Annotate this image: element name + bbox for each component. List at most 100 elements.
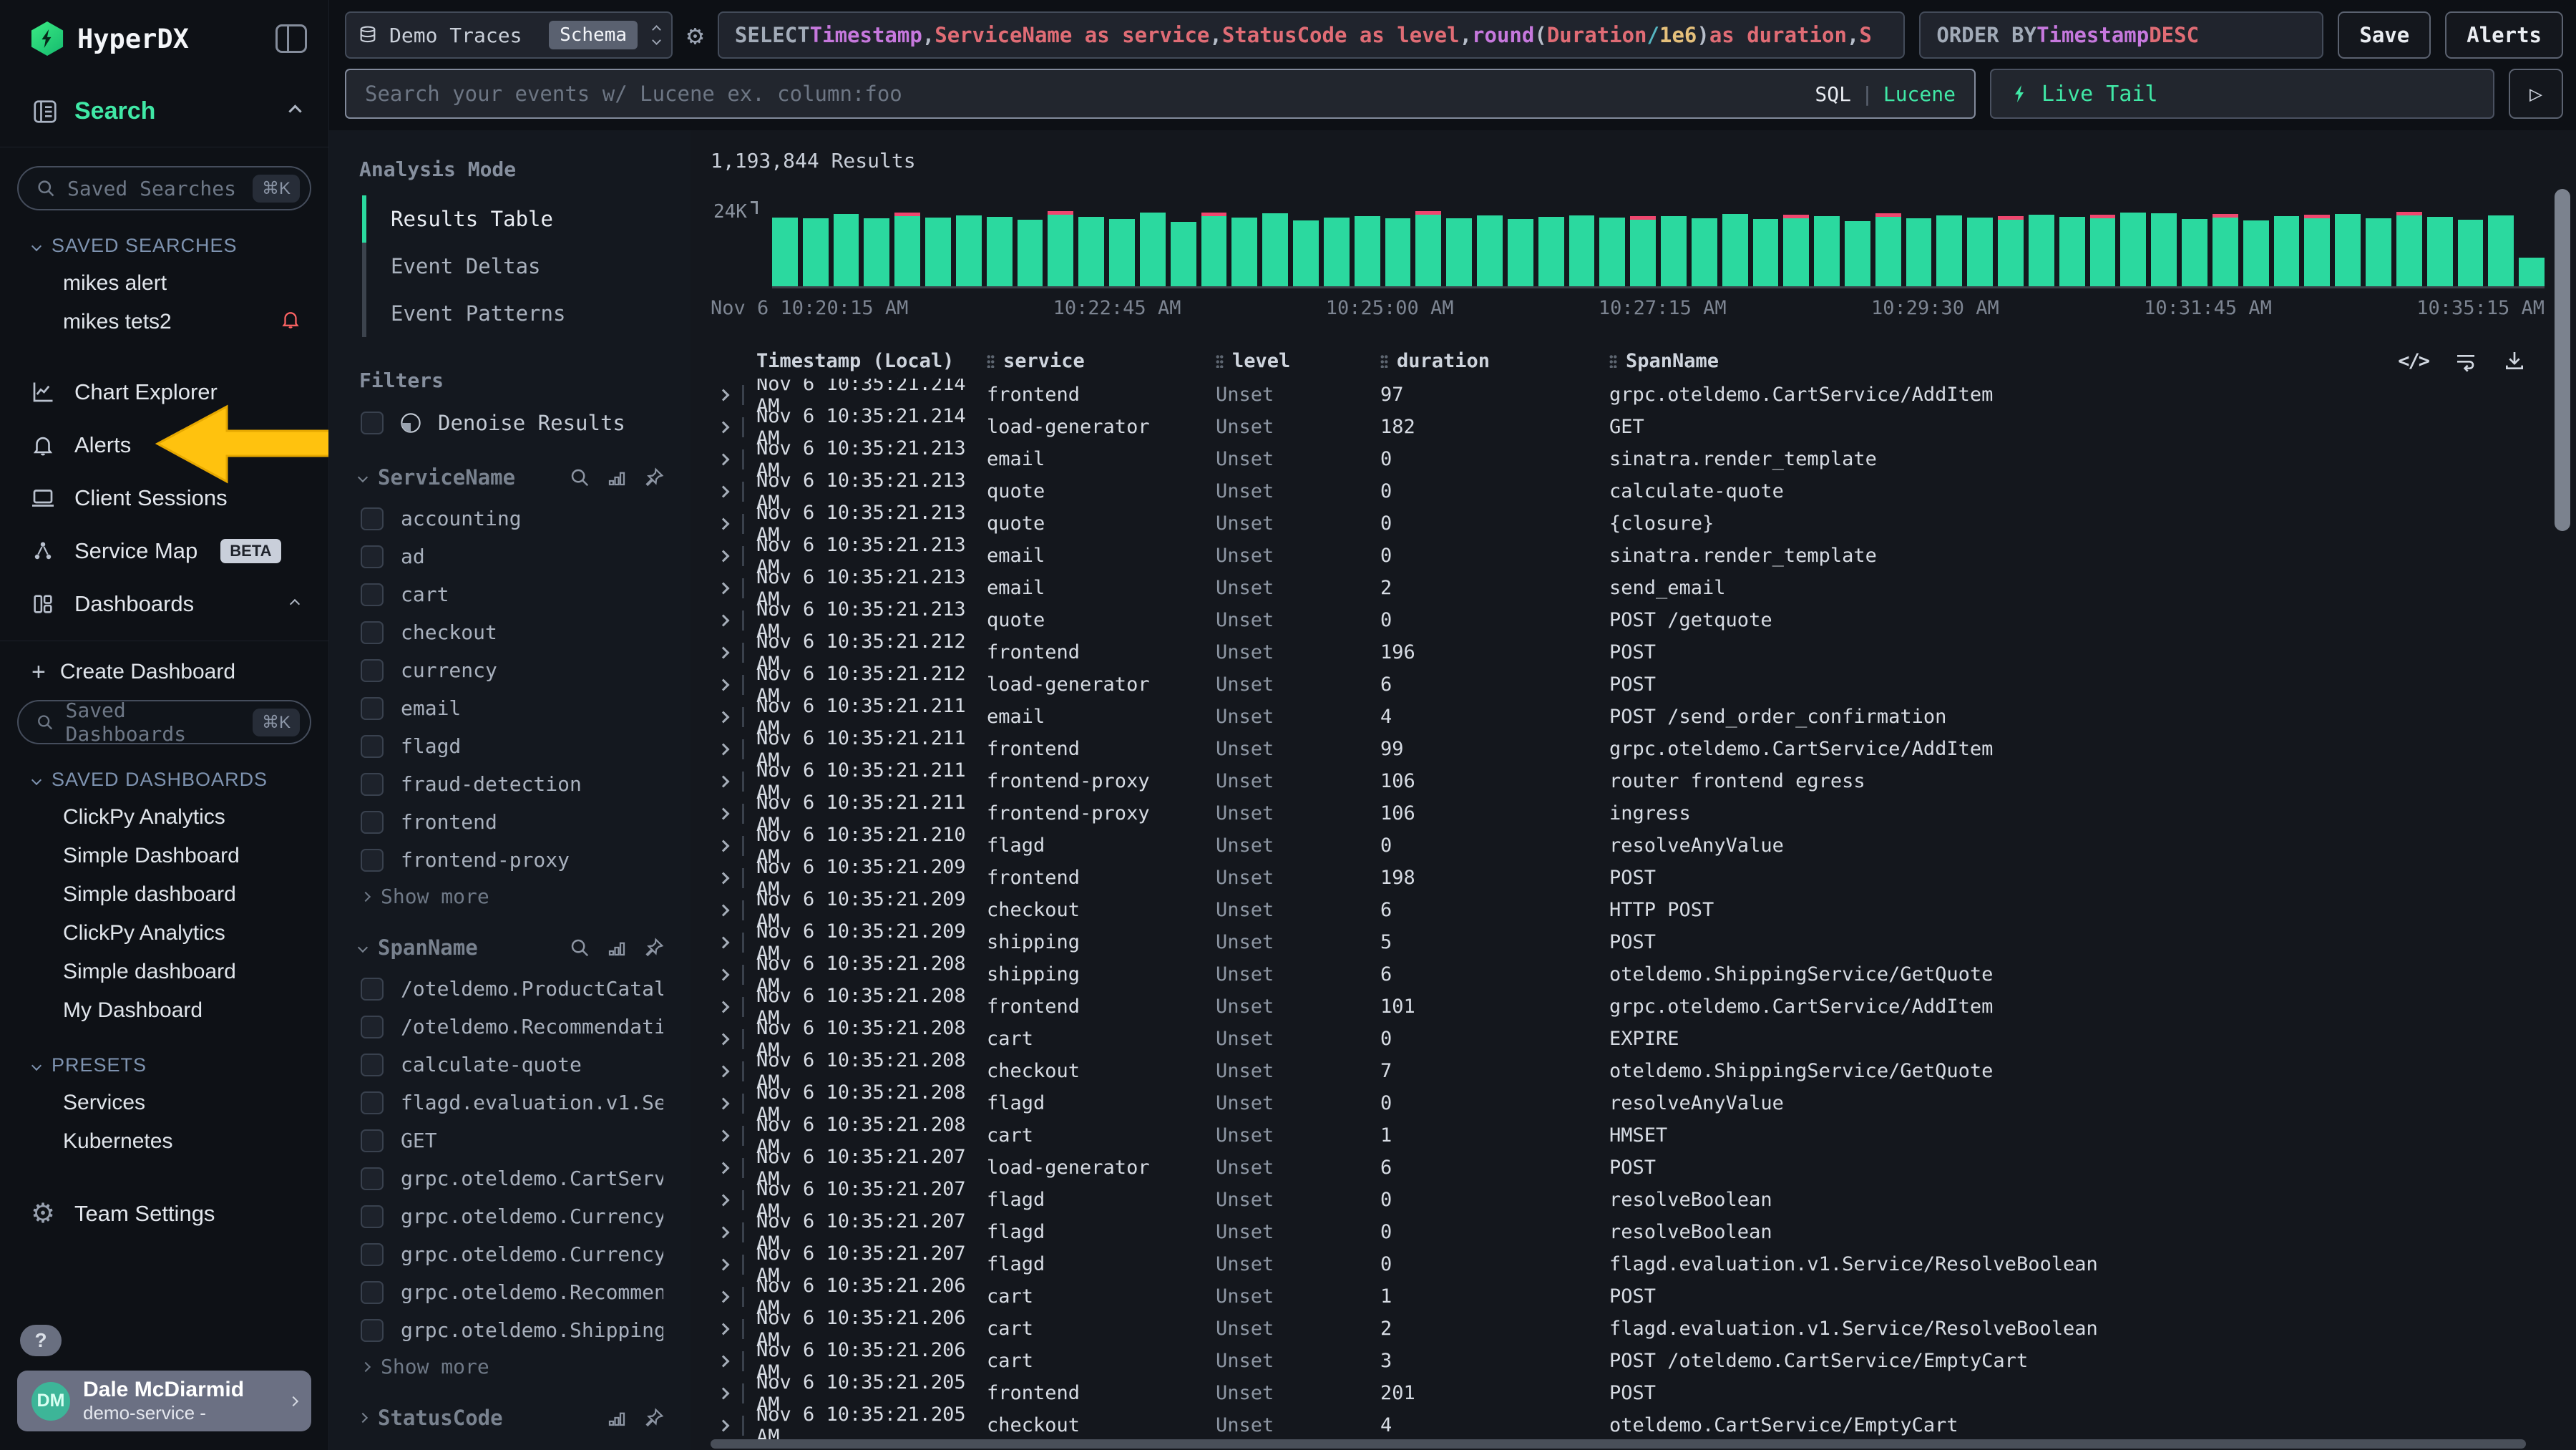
histogram-bar[interactable] <box>834 210 859 286</box>
expand-row-button[interactable] <box>711 1383 756 1403</box>
histogram-bar[interactable] <box>1875 210 1901 286</box>
filter-option[interactable]: accounting <box>359 500 665 537</box>
histogram-bar[interactable] <box>2366 210 2391 286</box>
filter-option[interactable]: flagd <box>359 727 665 765</box>
expand-row-button[interactable] <box>711 1222 756 1242</box>
download-icon[interactable] <box>2503 349 2526 372</box>
histogram-bar[interactable] <box>2090 210 2116 286</box>
histogram-bar[interactable] <box>1692 210 1717 286</box>
checkbox[interactable] <box>361 659 384 682</box>
histogram-bar[interactable] <box>1262 210 1288 286</box>
histogram-bar[interactable] <box>1446 210 1472 286</box>
filter-option[interactable]: grpc.oteldemo.CartServi… <box>359 1159 665 1197</box>
histogram-bar[interactable] <box>1599 210 1625 286</box>
saved-dashboard-item[interactable]: My Dashboard <box>17 991 311 1030</box>
histogram-bar[interactable] <box>1415 210 1441 286</box>
analysis-mode-tab[interactable]: Event Patterns <box>366 290 665 337</box>
table-row[interactable]: Nov 6 10:35:21.214 AM frontend Unset 97 … <box>711 379 2576 411</box>
view-source-icon[interactable]: </> <box>2398 350 2429 372</box>
table-row[interactable]: Nov 6 10:35:21.206 AM cart Unset 3 POST … <box>711 1345 2576 1377</box>
histogram-bar[interactable] <box>1814 210 1840 286</box>
expand-row-button[interactable] <box>711 1094 756 1114</box>
histogram-bar[interactable] <box>2212 210 2238 286</box>
expand-row-button[interactable] <box>711 1351 756 1371</box>
table-row[interactable]: Nov 6 10:35:21.214 AM load-generator Uns… <box>711 411 2576 443</box>
checkbox[interactable] <box>361 1129 384 1152</box>
table-row[interactable]: Nov 6 10:35:21.207 AM flagd Unset 0 reso… <box>711 1184 2576 1216</box>
table-row[interactable]: Nov 6 10:35:21.213 AM quote Unset 0 calc… <box>711 475 2576 507</box>
column-duration[interactable]: duration <box>1380 350 1609 372</box>
histogram-bar[interactable] <box>2243 210 2269 286</box>
expand-row-button[interactable] <box>711 1416 756 1436</box>
saved-searches-section-header[interactable]: SAVED SEARCHES <box>33 235 311 257</box>
histogram-bar[interactable] <box>864 210 889 286</box>
table-row[interactable]: Nov 6 10:35:21.213 AM quote Unset 0 POST… <box>711 604 2576 636</box>
filter-option[interactable]: frontend <box>359 803 665 841</box>
expand-row-button[interactable] <box>711 804 756 824</box>
checkbox[interactable] <box>361 1054 384 1076</box>
table-row[interactable]: Nov 6 10:35:21.211 AM frontend Unset 99 … <box>711 733 2576 765</box>
histogram-bar[interactable] <box>2396 210 2422 286</box>
table-row[interactable]: Nov 6 10:35:21.213 AM email Unset 0 sina… <box>711 540 2576 572</box>
histogram-bar[interactable] <box>1845 210 1870 286</box>
table-row[interactable]: Nov 6 10:35:21.208 AM checkout Unset 7 o… <box>711 1055 2576 1087</box>
expand-row-button[interactable] <box>711 449 756 469</box>
bar-chart-icon[interactable] <box>606 937 628 958</box>
wrap-text-icon[interactable] <box>2454 349 2477 372</box>
expand-row-button[interactable] <box>711 417 756 437</box>
analysis-mode-tab[interactable]: Results Table <box>366 195 665 243</box>
histogram-bar[interactable] <box>2029 210 2054 286</box>
checkbox[interactable] <box>361 1091 384 1114</box>
filter-option[interactable]: calculate-quote <box>359 1046 665 1084</box>
search-icon[interactable] <box>569 937 590 958</box>
histogram-bar[interactable] <box>1630 210 1656 286</box>
filter-option[interactable]: fraud-detection <box>359 765 665 803</box>
table-row[interactable]: Nov 6 10:35:21.212 AM frontend Unset 196… <box>711 636 2576 668</box>
servicename-show-more[interactable]: Show more <box>359 879 665 908</box>
expand-row-button[interactable] <box>711 933 756 953</box>
table-row[interactable]: Nov 6 10:35:21.211 AM frontend-proxy Uns… <box>711 765 2576 797</box>
search-icon[interactable] <box>569 467 590 488</box>
filter-option[interactable]: cart <box>359 575 665 613</box>
event-search-input[interactable]: Search your events w/ Lucene ex. column:… <box>345 69 1976 119</box>
expand-row-button[interactable] <box>711 707 756 727</box>
drag-handle-icon[interactable] <box>1380 354 1388 368</box>
filter-option[interactable]: grpc.oteldemo.Recommend… <box>359 1273 665 1311</box>
filter-option[interactable]: GET <box>359 1121 665 1159</box>
column-service[interactable]: service <box>987 350 1216 372</box>
histogram-bar[interactable] <box>1140 210 1166 286</box>
expand-row-button[interactable] <box>711 1158 756 1178</box>
filter-option[interactable]: grpc.oteldemo.ShippingS… <box>359 1311 665 1349</box>
checkbox[interactable] <box>361 1243 384 1266</box>
expand-row-button[interactable] <box>711 1029 756 1049</box>
expand-row-button[interactable] <box>711 578 756 598</box>
filter-option[interactable]: flagd.evaluation.v1.Ser… <box>359 1084 665 1121</box>
histogram-bar[interactable] <box>956 210 982 286</box>
sidebar-item-chart-explorer[interactable]: Chart Explorer <box>17 366 311 419</box>
column-timestamp[interactable]: Timestamp (Local) <box>756 350 987 372</box>
expand-row-button[interactable] <box>711 772 756 792</box>
table-row[interactable]: Nov 6 10:35:21.211 AM email Unset 4 POST… <box>711 701 2576 733</box>
checkbox[interactable] <box>361 412 384 434</box>
table-row[interactable]: Nov 6 10:35:21.207 AM flagd Unset 0 flag… <box>711 1248 2576 1280</box>
expand-row-button[interactable] <box>711 1319 756 1339</box>
histogram-bar[interactable] <box>1048 210 1073 286</box>
histogram-bar[interactable] <box>1109 210 1135 286</box>
expand-row-button[interactable] <box>711 739 756 759</box>
histogram-bar[interactable] <box>925 210 951 286</box>
expand-row-button[interactable] <box>711 1126 756 1146</box>
expand-row-button[interactable] <box>711 1061 756 1081</box>
expand-row-button[interactable] <box>711 385 756 405</box>
saved-dashboards-section-header[interactable]: SAVED DASHBOARDS <box>33 769 311 791</box>
bar-chart-icon[interactable] <box>606 467 628 488</box>
live-tail-button[interactable]: Live Tail <box>1990 69 2494 119</box>
pin-icon[interactable] <box>643 1407 665 1429</box>
filter-option[interactable]: frontend-proxy <box>359 841 665 879</box>
saved-dashboard-item[interactable]: Simple dashboard <box>17 875 311 914</box>
filter-option[interactable]: currency <box>359 651 665 689</box>
histogram-bar[interactable] <box>1355 210 1380 286</box>
events-histogram[interactable]: 24K <box>711 210 2545 318</box>
sql-query[interactable]: SELECT Timestamp, ServiceName as service… <box>718 11 1906 59</box>
table-row[interactable]: Nov 6 10:35:21.212 AM load-generator Uns… <box>711 668 2576 701</box>
table-row[interactable]: Nov 6 10:35:21.209 AM frontend Unset 198… <box>711 862 2576 894</box>
